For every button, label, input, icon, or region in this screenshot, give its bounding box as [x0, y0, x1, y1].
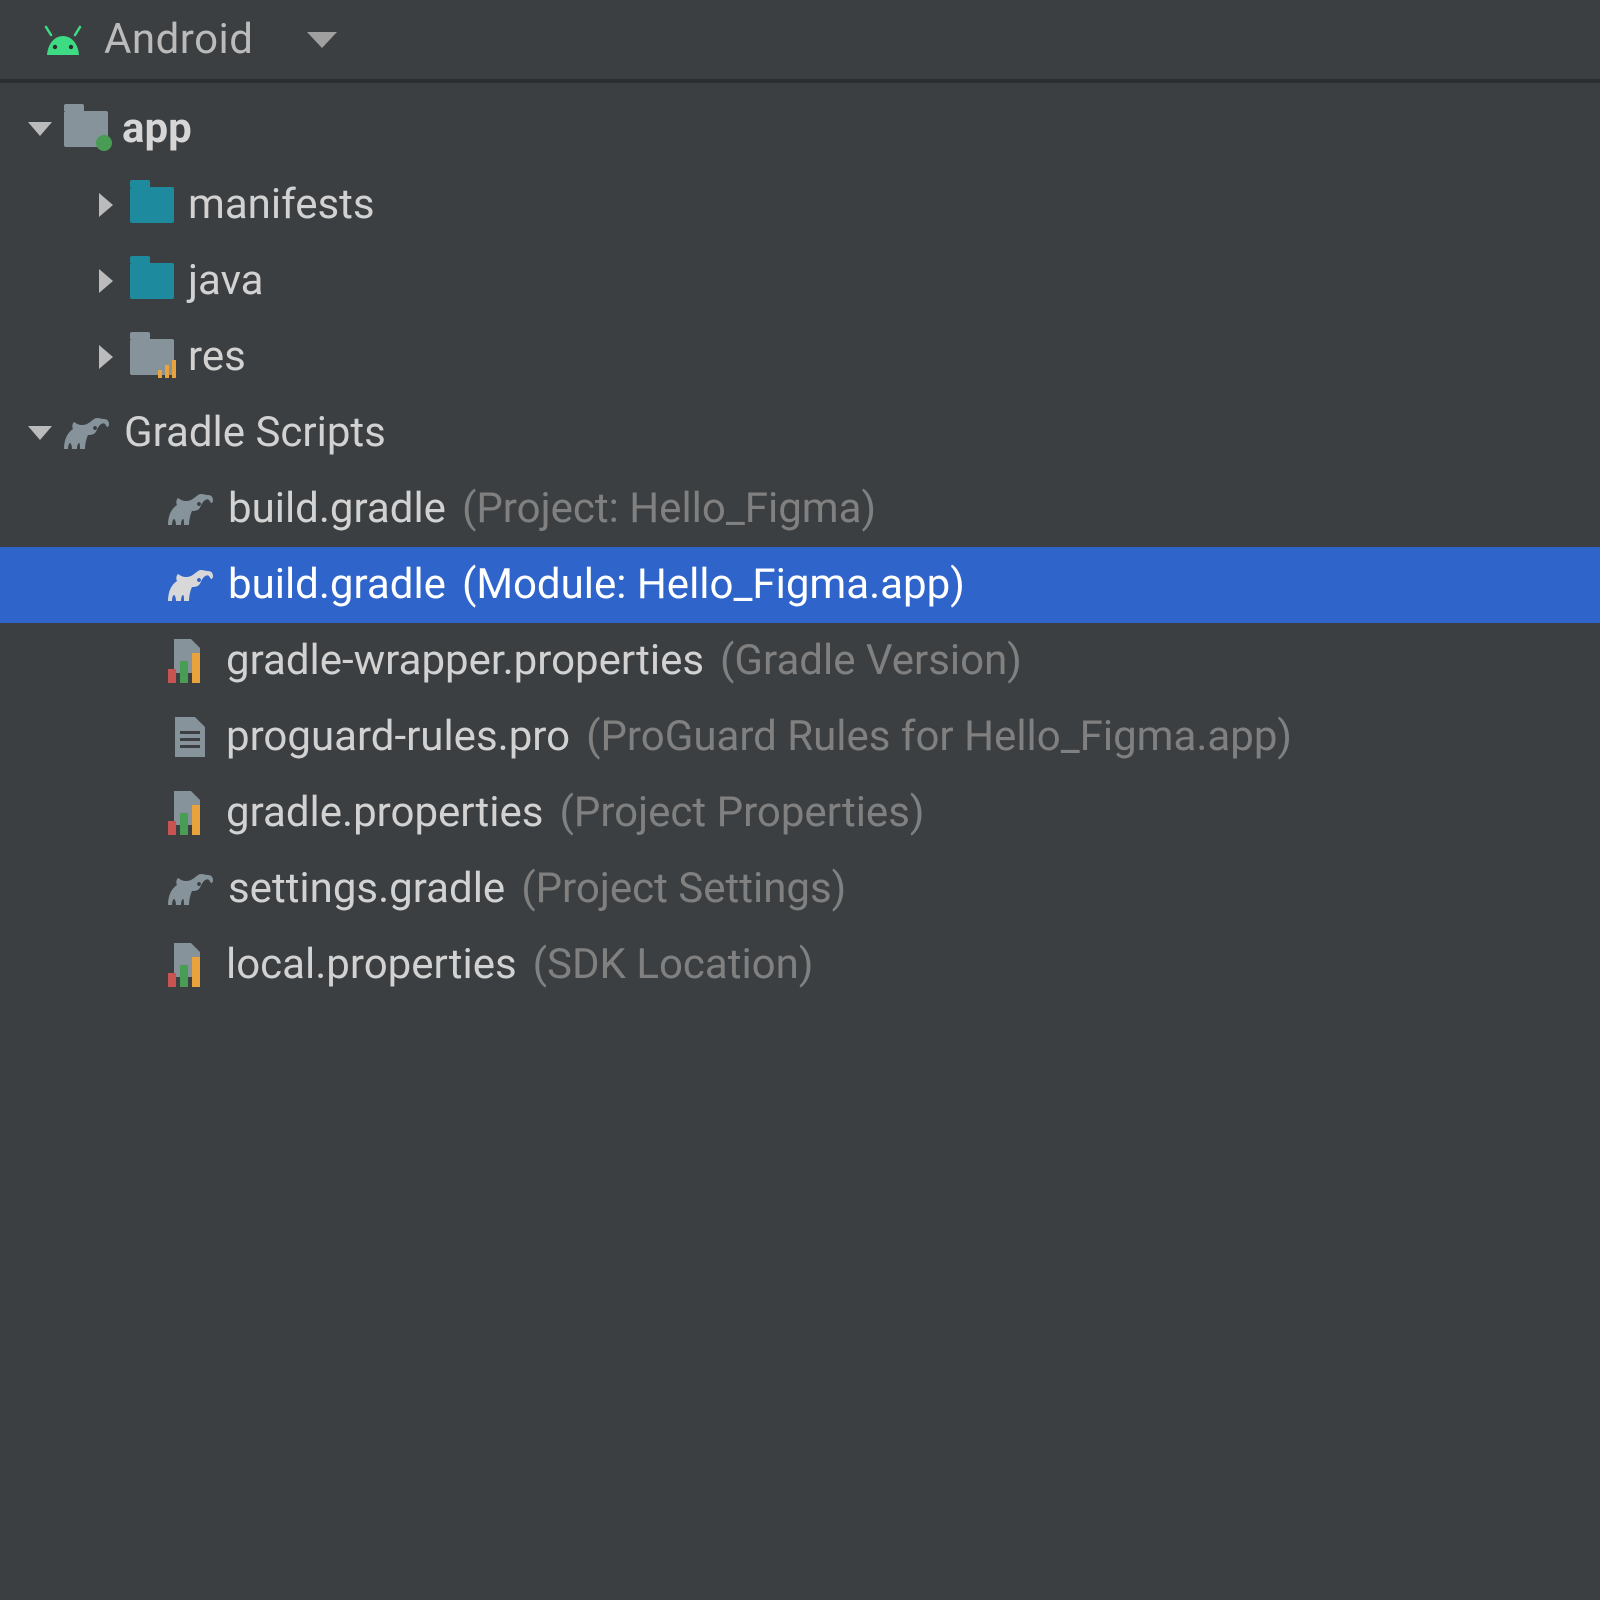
tree-node-gradle-file[interactable]: gradle-wrapper.properties (Gradle Version…: [0, 623, 1600, 699]
tree-hint: (SDK Location): [533, 944, 814, 986]
android-icon: [40, 25, 86, 55]
tree-hint: (Gradle Version): [720, 640, 1022, 682]
gradle-icon: [64, 415, 110, 451]
gradle-icon: [168, 871, 214, 907]
properties-file-icon: [168, 943, 212, 987]
tree-label: manifests: [188, 184, 375, 226]
dropdown-arrow-icon[interactable]: [307, 32, 337, 48]
module-folder-icon: [64, 107, 108, 151]
tree-label: build.gradle: [228, 564, 446, 606]
folder-icon: [130, 183, 174, 227]
tree-hint: (Module: Hello_Figma.app): [462, 564, 965, 606]
project-view-selector[interactable]: Android: [104, 15, 253, 64]
tree-node-java[interactable]: java: [0, 243, 1600, 319]
properties-file-icon: [168, 791, 212, 835]
resources-folder-icon: [130, 335, 174, 379]
tree-node-gradle-file[interactable]: settings.gradle (Project Settings): [0, 851, 1600, 927]
text-file-icon: [168, 715, 212, 759]
tree-hint: (Project Settings): [521, 868, 846, 910]
tree-hint: (ProGuard Rules for Hello_Figma.app): [586, 716, 1292, 758]
tree-node-app[interactable]: app: [0, 91, 1600, 167]
chevron-right-icon[interactable]: [92, 193, 120, 217]
tree-node-gradle-file[interactable]: gradle.properties (Project Properties): [0, 775, 1600, 851]
folder-icon: [130, 259, 174, 303]
tree-node-gradle-file[interactable]: build.gradle (Project: Hello_Figma): [0, 471, 1600, 547]
tree-label: Gradle Scripts: [124, 412, 386, 454]
project-view-toolbar: Android: [0, 0, 1600, 83]
tree-node-manifests[interactable]: manifests: [0, 167, 1600, 243]
tree-label: settings.gradle: [228, 868, 505, 910]
tree-label: gradle-wrapper.properties: [226, 640, 704, 682]
tree-node-gradle-scripts[interactable]: Gradle Scripts: [0, 395, 1600, 471]
tree-node-res[interactable]: res: [0, 319, 1600, 395]
tree-label: proguard-rules.pro: [226, 716, 570, 758]
tree-label: app: [122, 108, 192, 150]
tree-node-gradle-file[interactable]: proguard-rules.pro (ProGuard Rules for He…: [0, 699, 1600, 775]
tree-node-gradle-file[interactable]: local.properties (SDK Location): [0, 927, 1600, 1003]
project-tree: app manifests java res Gradle Scripts bu…: [0, 83, 1600, 1003]
tree-label: local.properties: [226, 944, 517, 986]
tree-label: build.gradle: [228, 488, 446, 530]
tree-label: java: [188, 260, 263, 302]
gradle-icon: [168, 567, 214, 603]
tree-hint: (Project: Hello_Figma): [462, 488, 876, 530]
chevron-right-icon[interactable]: [92, 269, 120, 293]
chevron-right-icon[interactable]: [92, 345, 120, 369]
tree-label: res: [188, 336, 246, 378]
tree-label: gradle.properties: [226, 792, 543, 834]
tree-hint: (Project Properties): [559, 792, 924, 834]
properties-file-icon: [168, 639, 212, 683]
chevron-down-icon[interactable]: [26, 426, 54, 440]
gradle-icon: [168, 491, 214, 527]
tree-node-gradle-file[interactable]: build.gradle (Module: Hello_Figma.app): [0, 547, 1600, 623]
chevron-down-icon[interactable]: [26, 122, 54, 136]
